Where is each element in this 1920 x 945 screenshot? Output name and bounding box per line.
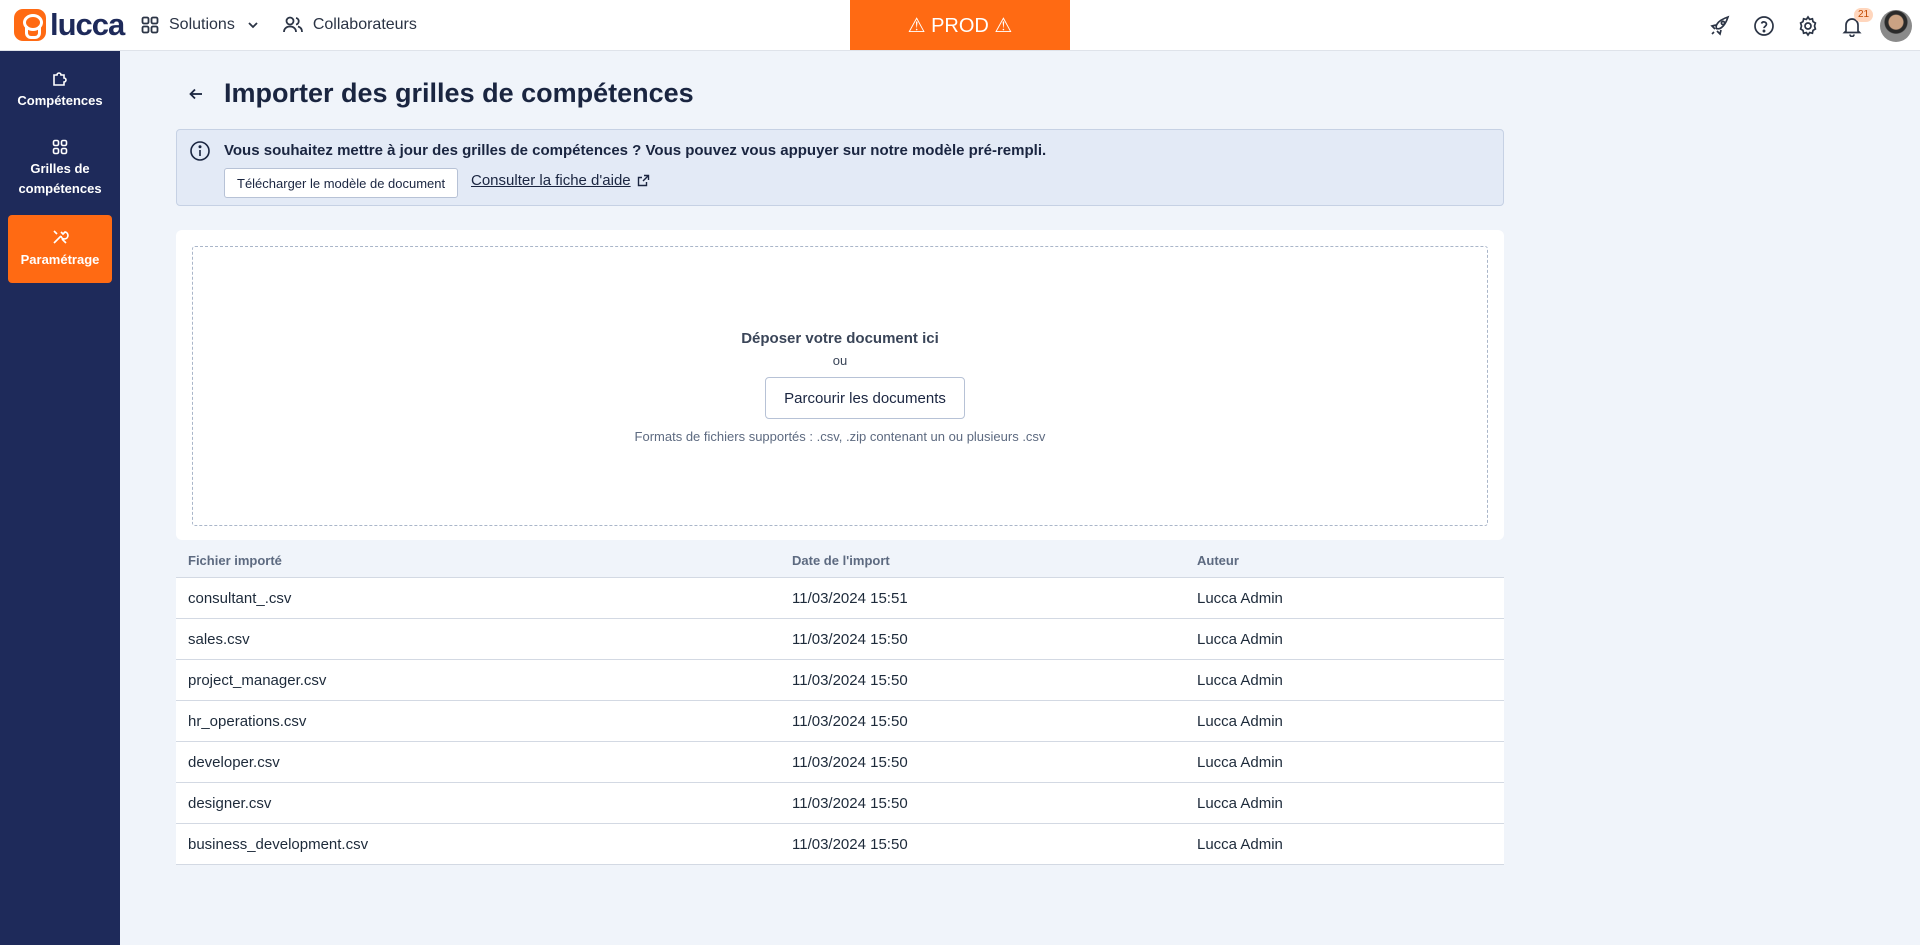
notifications-button[interactable]: 21 <box>1830 0 1874 51</box>
drop-or: ou <box>832 353 848 368</box>
cell-author: Lucca Admin <box>1197 835 1283 853</box>
info-callout: Vous souhaitez mettre à jour des grilles… <box>176 129 1504 206</box>
cell-date: 11/03/2024 15:50 <box>792 630 908 648</box>
cell-date: 11/03/2024 15:50 <box>792 712 908 730</box>
table-row: designer.csv 11/03/2024 15:50 Lucca Admi… <box>176 783 1504 824</box>
rocket-icon <box>1710 15 1730 36</box>
puzzle-icon <box>53 72 67 86</box>
imports-table: Fichier importé Date de l'import Auteur … <box>176 544 1504 865</box>
table-row: consultant_.csv 11/03/2024 15:51 Lucca A… <box>176 578 1504 619</box>
sidebar-item-label: Compétences <box>17 93 103 108</box>
cell-date: 11/03/2024 15:51 <box>792 589 908 607</box>
nav-solutions[interactable]: Solutions <box>129 0 271 51</box>
top-bar: lucca Solutions Collaborateurs ⚠ PROD ⚠ … <box>0 0 1920 51</box>
cell-author: Lucca Admin <box>1197 794 1283 812</box>
file-drop-zone[interactable]: Déposer votre document ici ou Parcourir … <box>192 246 1488 526</box>
table-row: business_development.csv 11/03/2024 15:5… <box>176 824 1504 865</box>
users-icon <box>282 16 303 33</box>
nav-collaborateurs-label: Collaborateurs <box>312 16 417 33</box>
sidebar-item-competences[interactable]: Compétences <box>8 62 112 118</box>
sidebar-item-grilles[interactable]: Grilles de compétences <box>8 134 112 204</box>
tools-icon <box>53 230 69 244</box>
grid-icon <box>141 16 159 34</box>
cell-date: 11/03/2024 15:50 <box>792 671 908 689</box>
page-title: Importer des grilles de compétences <box>224 78 694 108</box>
table-row: sales.csv 11/03/2024 15:50 Lucca Admin <box>176 619 1504 660</box>
settings-button[interactable] <box>1786 0 1830 51</box>
cell-author: Lucca Admin <box>1197 589 1283 607</box>
gear-icon <box>1799 14 1817 37</box>
cell-date: 11/03/2024 15:50 <box>792 835 908 853</box>
upload-card: Déposer votre document ici ou Parcourir … <box>176 230 1504 540</box>
lucca-logo[interactable]: lucca <box>14 9 129 41</box>
cell-file: sales.csv <box>188 630 250 648</box>
lucca-logo-mark <box>14 9 46 41</box>
supported-formats-text: Formats de fichiers supportés : .csv, .z… <box>634 429 1046 444</box>
sidebar-item-label: Grilles de compétences <box>18 161 102 196</box>
table-row: project_manager.csv 11/03/2024 15:50 Luc… <box>176 660 1504 701</box>
column-header-file: Fichier importé <box>188 553 282 568</box>
info-text: Vous souhaitez mettre à jour des grilles… <box>224 142 1047 159</box>
nav-collaborateurs[interactable]: Collaborateurs <box>271 0 429 51</box>
table-row: hr_operations.csv 11/03/2024 15:50 Lucca… <box>176 701 1504 742</box>
help-article-link[interactable]: Consulter la fiche d'aide <box>471 172 650 189</box>
sidebar-item-parametrage[interactable]: Paramétrage <box>8 215 112 283</box>
grid-icon <box>52 139 68 155</box>
cell-date: 11/03/2024 15:50 <box>792 794 908 812</box>
arrow-left-icon <box>189 88 202 100</box>
table-header: Fichier importé Date de l'import Auteur <box>176 544 1504 578</box>
logo-text: lucca <box>50 7 125 42</box>
table-row: developer.csv 11/03/2024 15:50 Lucca Adm… <box>176 742 1504 783</box>
drop-title: Déposer votre document ici <box>741 330 939 347</box>
help-button[interactable] <box>1742 0 1786 51</box>
rocket-button[interactable] <box>1698 0 1742 51</box>
cell-file: consultant_.csv <box>188 589 292 607</box>
cell-author: Lucca Admin <box>1197 671 1283 689</box>
user-avatar[interactable] <box>1880 9 1912 42</box>
help-link-label: Consulter la fiche d'aide <box>471 172 631 189</box>
sidebar-item-label: Paramétrage <box>20 252 100 267</box>
cell-file: hr_operations.csv <box>188 712 307 730</box>
cell-file: designer.csv <box>188 794 272 812</box>
cell-file: project_manager.csv <box>188 671 327 689</box>
nav-solutions-label: Solutions <box>169 16 235 33</box>
cell-author: Lucca Admin <box>1197 753 1283 771</box>
column-header-author: Auteur <box>1197 553 1239 568</box>
cell-author: Lucca Admin <box>1197 630 1283 648</box>
prod-environment-banner: ⚠ PROD ⚠ <box>850 0 1070 50</box>
info-icon <box>190 141 210 161</box>
help-icon <box>1754 15 1774 36</box>
back-button[interactable] <box>184 82 208 106</box>
cell-file: business_development.csv <box>188 835 369 853</box>
sidebar: Compétences Grilles de compétences Param… <box>0 51 120 945</box>
browse-files-button[interactable]: Parcourir les documents <box>765 377 965 419</box>
download-template-button[interactable]: Télécharger le modèle de document <box>224 168 459 198</box>
external-link-icon <box>637 174 649 187</box>
cell-author: Lucca Admin <box>1197 712 1283 730</box>
cell-file: developer.csv <box>188 753 280 771</box>
cell-date: 11/03/2024 15:50 <box>792 753 908 771</box>
column-header-date: Date de l'import <box>792 553 890 568</box>
notification-count-badge: 21 <box>1854 8 1874 22</box>
chevron-down-icon <box>248 22 258 29</box>
